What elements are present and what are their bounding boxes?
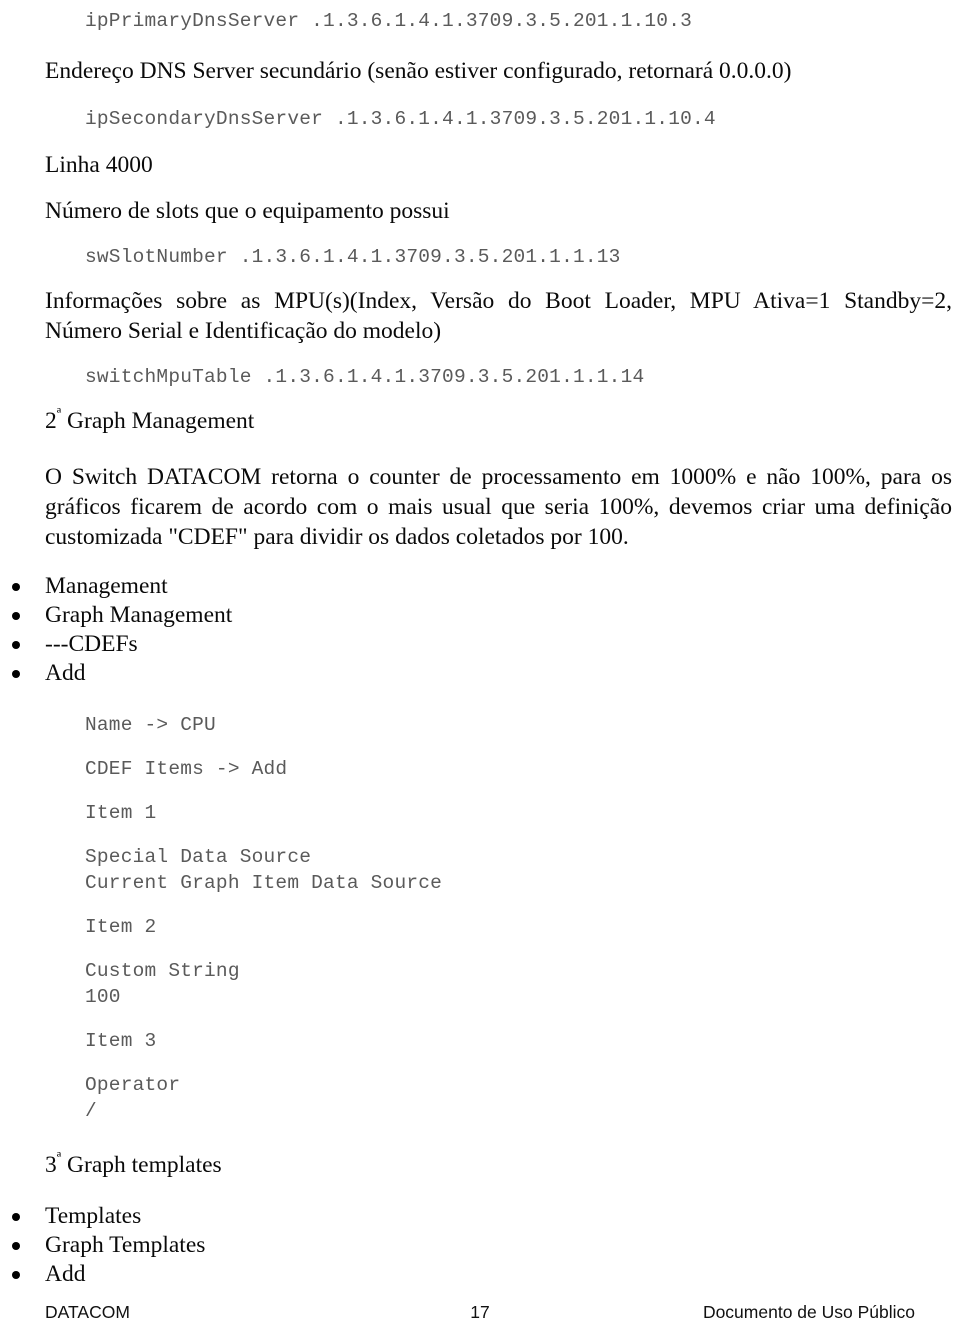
heading-graph-templates-ordinal: 3	[45, 1152, 57, 1178]
bullet-icon	[12, 583, 20, 591]
oid-line-secondary-dns: ipSecondaryDnsServer .1.3.6.1.4.1.3709.3…	[85, 108, 716, 130]
cdef-item-2-value: 100	[85, 986, 121, 1008]
footer-classification: Documento de Uso Público	[702, 1301, 915, 1322]
list-item-label: Graph Management	[45, 602, 233, 628]
oid-line-slot-number: swSlotNumber .1.3.6.1.4.1.3709.3.5.201.1…	[85, 246, 621, 268]
cdef-item-1-value: Current Graph Item Data Source	[85, 872, 443, 894]
bullet-icon	[12, 670, 20, 678]
bullet-icon	[12, 1271, 20, 1279]
description-mpu-table: Informações sobre as MPU(s)(Index, Versã…	[45, 288, 952, 344]
list-item-label: Add	[45, 1261, 86, 1287]
description-secondary-dns: Endereço DNS Server secundário (senão es…	[45, 58, 792, 84]
list-item-label: Management	[45, 573, 168, 599]
list-item[interactable]: ---CDEFs	[0, 630, 960, 659]
paragraph-cdef-explanation: O Switch DATACOM retorna o counter de pr…	[45, 464, 952, 550]
list-item[interactable]: Add	[0, 1260, 960, 1289]
page-content: ipPrimaryDnsServer .1.3.6.1.4.1.3709.3.5…	[0, 0, 960, 1289]
cdef-item-3-label: Item 3	[85, 1030, 157, 1052]
bullet-icon	[12, 1242, 20, 1250]
nav-path-cdef-list: Management Graph Management ---CDEFs Add	[0, 572, 960, 688]
heading-graph-management: 2ª Graph Management	[0, 406, 960, 436]
heading-graph-management-ordinal: 2	[45, 408, 57, 434]
bullet-icon	[12, 641, 20, 649]
list-item-label: Add	[45, 660, 86, 686]
cdef-item-3-operator-value: /	[85, 1100, 97, 1122]
footer-company-name: DATACOM	[45, 1301, 130, 1322]
list-item[interactable]: Templates	[0, 1202, 960, 1231]
cdef-item-1-label: Item 1	[85, 802, 157, 824]
cdef-step-name: Name -> CPU	[85, 714, 216, 736]
cdef-step-items-add: CDEF Items -> Add	[85, 758, 288, 780]
oid-line-mpu-table: switchMpuTable .1.3.6.1.4.1.3709.3.5.201…	[85, 366, 645, 388]
cdef-item-2-field: Custom String	[85, 960, 240, 982]
cdef-item-1-field: Special Data Source	[85, 846, 312, 868]
list-item-label: ---CDEFs	[45, 631, 138, 657]
heading-linha-4000: Linha 4000	[45, 152, 153, 178]
list-item[interactable]: Graph Templates	[0, 1231, 960, 1260]
page-footer: DATACOM 17 Documento de Uso Público	[0, 1299, 960, 1325]
list-item-label: Graph Templates	[45, 1232, 206, 1258]
list-item[interactable]: Graph Management	[0, 601, 960, 630]
bullet-icon	[12, 612, 20, 620]
heading-graph-templates-text: Graph templates	[61, 1152, 222, 1178]
nav-path-templates-list: Templates Graph Templates Add	[0, 1202, 960, 1289]
heading-graph-templates: 3ª Graph templates	[0, 1150, 960, 1180]
document-page: ipPrimaryDnsServer .1.3.6.1.4.1.3709.3.5…	[0, 0, 960, 1339]
cdef-item-2-label: Item 2	[85, 916, 157, 938]
heading-graph-management-text: Graph Management	[61, 408, 255, 434]
list-item[interactable]: Management	[0, 572, 960, 601]
bullet-icon	[12, 1213, 20, 1221]
oid-line-primary-dns: ipPrimaryDnsServer .1.3.6.1.4.1.3709.3.5…	[85, 10, 692, 32]
list-item[interactable]: Add	[0, 659, 960, 688]
list-item-label: Templates	[45, 1203, 142, 1229]
description-slot-number: Número de slots que o equipamento possui	[45, 198, 450, 224]
cdef-item-3-field: Operator	[85, 1074, 181, 1096]
